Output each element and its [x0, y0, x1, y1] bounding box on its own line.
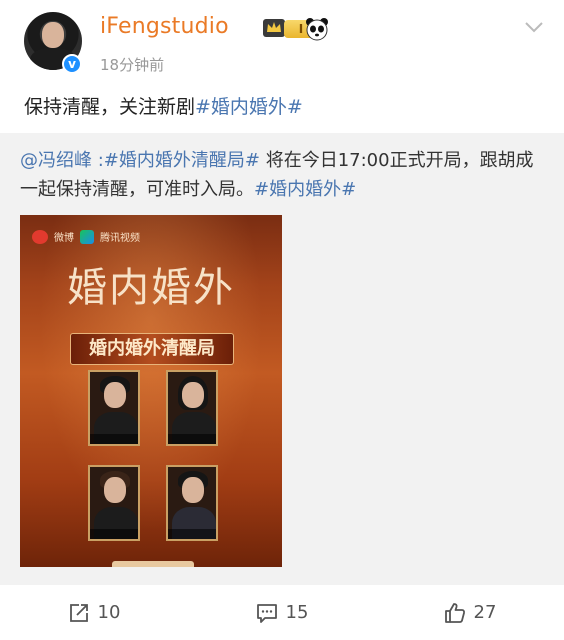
crown-icon	[263, 19, 285, 37]
repost-mention[interactable]: @冯绍峰	[20, 150, 92, 171]
portrait-head	[104, 382, 126, 408]
weibo-post: v iFengstudio I 18分钟前 保持清醒，关注新剧#婚内婚外# @冯…	[0, 0, 564, 640]
username[interactable]: iFengstudio	[100, 14, 229, 39]
portrait-2	[166, 370, 218, 446]
portrait-caption	[90, 434, 138, 444]
portrait-caption	[168, 434, 216, 444]
weibo-logo-icon	[32, 229, 48, 244]
portrait-head	[104, 477, 126, 503]
like-button[interactable]: 27	[376, 585, 564, 640]
poster-logos: 微博 腾讯视频	[32, 229, 140, 244]
timestamp: 18分钟前	[100, 56, 165, 74]
like-icon	[444, 602, 465, 623]
weibo-logo-text: 微博	[54, 233, 74, 244]
avatar-face	[42, 22, 64, 48]
post-text: 保持清醒，关注新剧#婚内婚外#	[24, 92, 303, 119]
chevron-down-icon[interactable]	[524, 20, 544, 34]
portrait-caption	[168, 529, 216, 539]
poster-bottom-tab	[112, 561, 194, 567]
portrait-head	[182, 477, 204, 503]
repost-count: 10	[97, 602, 121, 623]
comment-count: 15	[285, 602, 309, 623]
panda-icon	[306, 18, 328, 41]
repost-text: @冯绍峰 :#婚内婚外清醒局# 将在今日17:00正式开局，跟胡成一起保持清醒，…	[20, 146, 550, 204]
action-bar: 10 15 27	[0, 585, 564, 640]
portrait-4	[166, 465, 218, 541]
repost-hashtag-2[interactable]: #婚内婚外#	[254, 179, 356, 200]
like-count: 27	[473, 602, 497, 623]
repost-button[interactable]: 10	[0, 585, 188, 640]
tencent-logo-text: 腾讯视频	[100, 233, 140, 244]
comment-icon	[256, 603, 277, 623]
poster-subtitle: 婚内婚外清醒局	[70, 333, 234, 365]
portrait-head	[182, 382, 204, 408]
portrait-1	[88, 370, 140, 446]
post-body: 保持清醒，关注新剧	[24, 96, 196, 118]
portrait-caption	[90, 529, 138, 539]
share-icon	[69, 603, 88, 622]
poster-title: 婚内婚外	[67, 265, 235, 311]
tencent-video-logo-icon	[80, 229, 94, 244]
poster-image[interactable]: 微博 腾讯视频 婚内婚外 婚内婚外清醒局	[20, 215, 282, 567]
repost-hashtag-1[interactable]: :#婚内婚外清醒局#	[98, 150, 260, 171]
portrait-3	[88, 465, 140, 541]
comment-button[interactable]: 15	[188, 585, 376, 640]
verified-icon: v	[62, 54, 82, 74]
post-hashtag[interactable]: #婚内婚外#	[195, 96, 303, 118]
